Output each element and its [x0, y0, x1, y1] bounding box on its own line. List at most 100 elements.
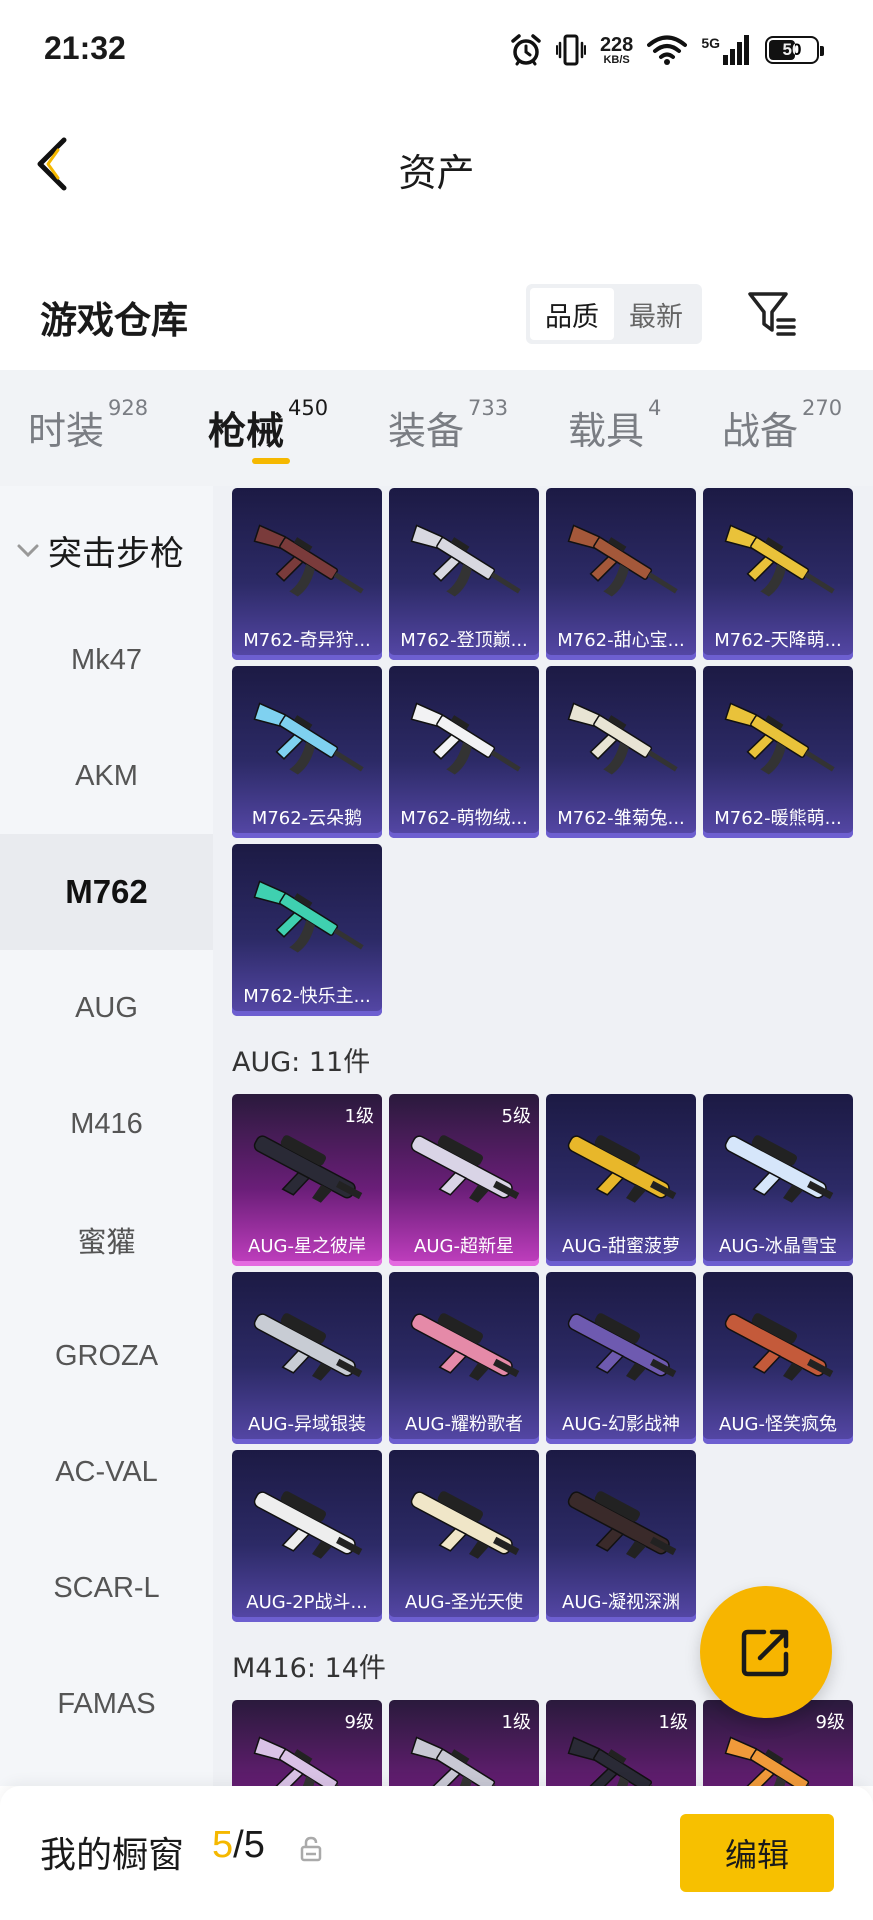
sidebar-item[interactable]: Mk47: [0, 602, 213, 718]
share-fab-button[interactable]: [700, 1586, 832, 1718]
skin-card[interactable]: 1级 AUG-星之彼岸: [232, 1094, 382, 1266]
tab-count: 4: [648, 396, 662, 420]
tab-label: 枪械: [208, 409, 285, 453]
app-root: 21:32 228 KB/S 5G 50 资产 游戏仓库 品质 最新 时装928…: [0, 0, 873, 1920]
net-speed-unit: KB/S: [603, 53, 630, 66]
cellular-signal: 5G: [701, 35, 751, 65]
tab-vehicles[interactable]: 载具4: [568, 396, 661, 455]
rifle-skin-icon: [410, 1313, 520, 1381]
category-tabs: 时装928 枪械450 装备733 载具4 战备270: [0, 370, 873, 486]
skin-card[interactable]: AUG-凝视深渊: [546, 1450, 696, 1622]
skin-card[interactable]: AUG-甜蜜菠萝: [546, 1094, 696, 1266]
share-icon: [741, 1629, 789, 1677]
rifle-skin-icon: [253, 1135, 363, 1203]
skin-card[interactable]: AUG-2P战斗...: [232, 1450, 382, 1622]
signal-icon: [723, 35, 749, 65]
tab-weapons[interactable]: 枪械450: [208, 396, 328, 455]
status-bar: 21:32 228 KB/S 5G 50: [0, 0, 873, 104]
status-icons: 228 KB/S 5G 50: [510, 30, 824, 70]
tab-count: 928: [108, 396, 149, 420]
showcase-total: /5: [233, 1824, 265, 1866]
sidebar-item[interactable]: AUG: [0, 950, 213, 1066]
skin-card[interactable]: M762-萌物绒...: [389, 666, 539, 838]
rifle-skin-icon: [567, 1491, 677, 1559]
sidebar-item[interactable]: SCAR-L: [0, 1530, 213, 1646]
sort-newest-option[interactable]: 最新: [614, 288, 698, 340]
page-title: 资产: [398, 151, 475, 195]
sidebar-item[interactable]: AC-VAL: [0, 1414, 213, 1530]
tab-fashion[interactable]: 时装928: [28, 396, 148, 455]
sidebar-item[interactable]: 蜜獾: [0, 1182, 213, 1298]
skin-level: 1级: [658, 1712, 688, 1733]
sidebar-item[interactable]: FAMAS: [0, 1646, 213, 1762]
rifle-skin-icon: [253, 1491, 363, 1559]
skin-card[interactable]: 5级 AUG-超新星: [389, 1094, 539, 1266]
wifi-icon: [647, 35, 688, 65]
skin-level: 1级: [344, 1106, 374, 1127]
aug-section-title: AUG: 11件: [232, 1047, 371, 1078]
battery-level: 50: [782, 40, 802, 59]
tab-equipment[interactable]: 装备733: [388, 396, 508, 455]
skin-card[interactable]: M762-暖熊萌...: [703, 666, 853, 838]
sidebar-item[interactable]: M762: [0, 834, 213, 950]
sort-quality-option[interactable]: 品质: [530, 288, 614, 340]
skin-card[interactable]: M762-快乐主...: [232, 844, 382, 1016]
skin-name: M762-甜心宝...: [557, 630, 685, 651]
skin-name: AUG-超新星: [414, 1236, 514, 1257]
net-speed-value: 228: [599, 33, 634, 56]
skin-card[interactable]: M762-甜心宝...: [546, 488, 696, 660]
rifle-skin-icon: [410, 702, 521, 775]
warehouse-title: 游戏仓库: [40, 299, 188, 342]
edit-button[interactable]: 编辑: [680, 1814, 834, 1892]
bottom-bar: 我的橱窗 5/5 编辑: [0, 1786, 873, 1920]
battery-icon: 50: [765, 36, 824, 64]
skin-card[interactable]: M762-登顶巅...: [389, 488, 539, 660]
rifle-skin-icon: [724, 1313, 834, 1381]
tab-supplies[interactable]: 战备270: [722, 396, 842, 455]
sidebar-item[interactable]: AKM: [0, 718, 213, 834]
skin-name: AUG-凝视深渊: [562, 1592, 680, 1613]
skin-card[interactable]: M762-天降萌...: [703, 488, 853, 660]
skin-card[interactable]: AUG-耀粉歌者: [389, 1272, 539, 1444]
skin-name: AUG-甜蜜菠萝: [562, 1236, 680, 1257]
status-time: 21:32: [44, 30, 126, 66]
skin-name: M762-暖熊萌...: [714, 808, 842, 829]
tab-count: 270: [802, 396, 843, 420]
skin-name: AUG-幻影战神: [562, 1414, 680, 1435]
vibrate-icon: [555, 34, 586, 66]
skin-name: AUG-耀粉歌者: [405, 1414, 523, 1435]
skin-name: M762-登顶巅...: [400, 630, 528, 651]
skin-card[interactable]: AUG-怪笑疯兔: [703, 1272, 853, 1444]
tab-label: 时装: [28, 409, 105, 453]
skin-card[interactable]: AUG-异域银装: [232, 1272, 382, 1444]
filter-icon: [748, 292, 796, 336]
skin-card[interactable]: M762-雏菊兔...: [546, 666, 696, 838]
rifle-skin-icon: [253, 702, 364, 775]
sidebar-group-assault-rifle[interactable]: 突击步枪: [16, 526, 184, 575]
tab-label: 载具: [568, 409, 645, 453]
rifle-skin-icon: [410, 1491, 520, 1559]
rifle-skin-icon: [253, 1313, 363, 1381]
skin-level: 9级: [344, 1712, 374, 1733]
skin-card[interactable]: M762-云朵鹅: [232, 666, 382, 838]
skin-card[interactable]: AUG-幻影战神: [546, 1272, 696, 1444]
sidebar-item[interactable]: M416: [0, 1066, 213, 1182]
m416-section-title: M416: 14件: [232, 1653, 386, 1684]
filter-button[interactable]: [744, 286, 800, 342]
showcase-label: 我的橱窗: [40, 1835, 185, 1876]
skin-card[interactable]: AUG-圣光天使: [389, 1450, 539, 1622]
showcase-current: 5: [212, 1824, 234, 1866]
skin-card[interactable]: M762-奇异狩...: [232, 488, 382, 660]
skin-level: 5级: [501, 1106, 531, 1127]
rifle-skin-icon: [253, 524, 364, 597]
sidebar-item[interactable]: GROZA: [0, 1298, 213, 1414]
chevron-down-icon: [17, 544, 39, 557]
skin-card[interactable]: AUG-冰晶雪宝: [703, 1094, 853, 1266]
tab-count: 733: [468, 396, 509, 420]
net-speed: 228 KB/S: [600, 35, 633, 66]
skin-name: AUG-冰晶雪宝: [719, 1236, 837, 1257]
tab-count: 450: [288, 396, 329, 420]
rifle-skin-icon: [567, 1135, 677, 1203]
rifle-skin-icon: [724, 702, 835, 775]
active-tab-indicator: [252, 458, 290, 464]
